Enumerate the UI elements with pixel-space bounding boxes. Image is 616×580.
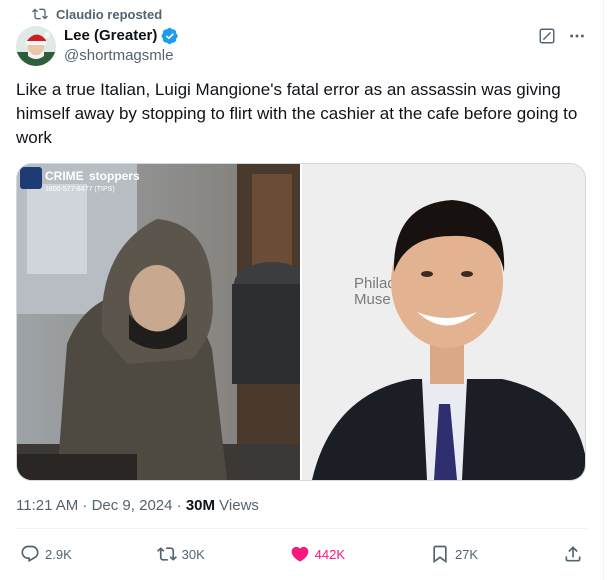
- bookmark-count: 27K: [454, 546, 479, 562]
- heart-icon: [291, 546, 309, 562]
- repost-indicator[interactable]: Claudio reposted: [32, 6, 162, 22]
- avatar[interactable]: [16, 26, 56, 66]
- overlay-phone: 1800-577-8477 (TIPS): [45, 186, 115, 193]
- tweet-header: Lee (Greater) @shortmagsmle: [64, 26, 587, 66]
- author-name[interactable]: Lee (Greater): [64, 26, 157, 46]
- more-options-button[interactable]: [567, 26, 587, 46]
- divider: [16, 528, 587, 529]
- action-bar: 2.9K 30K 442K 27K: [20, 542, 583, 566]
- bookmark-button[interactable]: 27K: [430, 544, 478, 564]
- tweet-card: Claudio reposted Lee (Greater) @shortmag…: [0, 0, 604, 580]
- repost-label: Claudio reposted: [56, 6, 163, 22]
- retweet-icon: [32, 8, 48, 20]
- grok-button[interactable]: [537, 26, 557, 46]
- tweet-media[interactable]: CRIME stoppers 1800-577-8477 (TIPS) Phil…: [16, 163, 586, 481]
- backdrop-text-line1: Philad: [354, 275, 396, 292]
- reply-count: 2.9K: [45, 546, 72, 562]
- grok-icon: [539, 28, 555, 44]
- media-image-surveillance[interactable]: CRIME stoppers 1800-577-8477 (TIPS): [17, 164, 300, 480]
- overlay-title-b: stoppers: [89, 169, 140, 183]
- reply-button[interactable]: 2.9K: [20, 544, 72, 564]
- more-dots-icon: [570, 34, 584, 38]
- tweet-meta: 11:21 AM · Dec 9, 2024 · 30M Views: [16, 496, 259, 516]
- media-image-portrait[interactable]: Philad Muse: [302, 164, 585, 480]
- views-label: Views: [215, 497, 259, 514]
- share-icon: [565, 546, 581, 562]
- share-button[interactable]: [563, 544, 583, 564]
- verified-badge-icon: [161, 27, 179, 45]
- like-count: 442K: [314, 546, 346, 562]
- views-count: 30M: [185, 497, 215, 514]
- reply-icon: [21, 545, 39, 563]
- author-handle[interactable]: @shortmagsmle: [64, 46, 587, 66]
- overlay-title-a: CRIME: [45, 169, 84, 183]
- bookmark-icon: [433, 545, 447, 564]
- retweet-icon: [156, 547, 177, 561]
- tweet-text: Like a true Italian, Luigi Mangione's fa…: [16, 80, 578, 147]
- timestamp[interactable]: 11:21 AM · Dec 9, 2024 ·: [16, 497, 186, 514]
- repost-count: 30K: [181, 546, 205, 562]
- backdrop-text-line2: Muse: [354, 291, 391, 308]
- repost-button[interactable]: 30K: [156, 544, 205, 564]
- like-button[interactable]: 442K: [290, 544, 345, 564]
